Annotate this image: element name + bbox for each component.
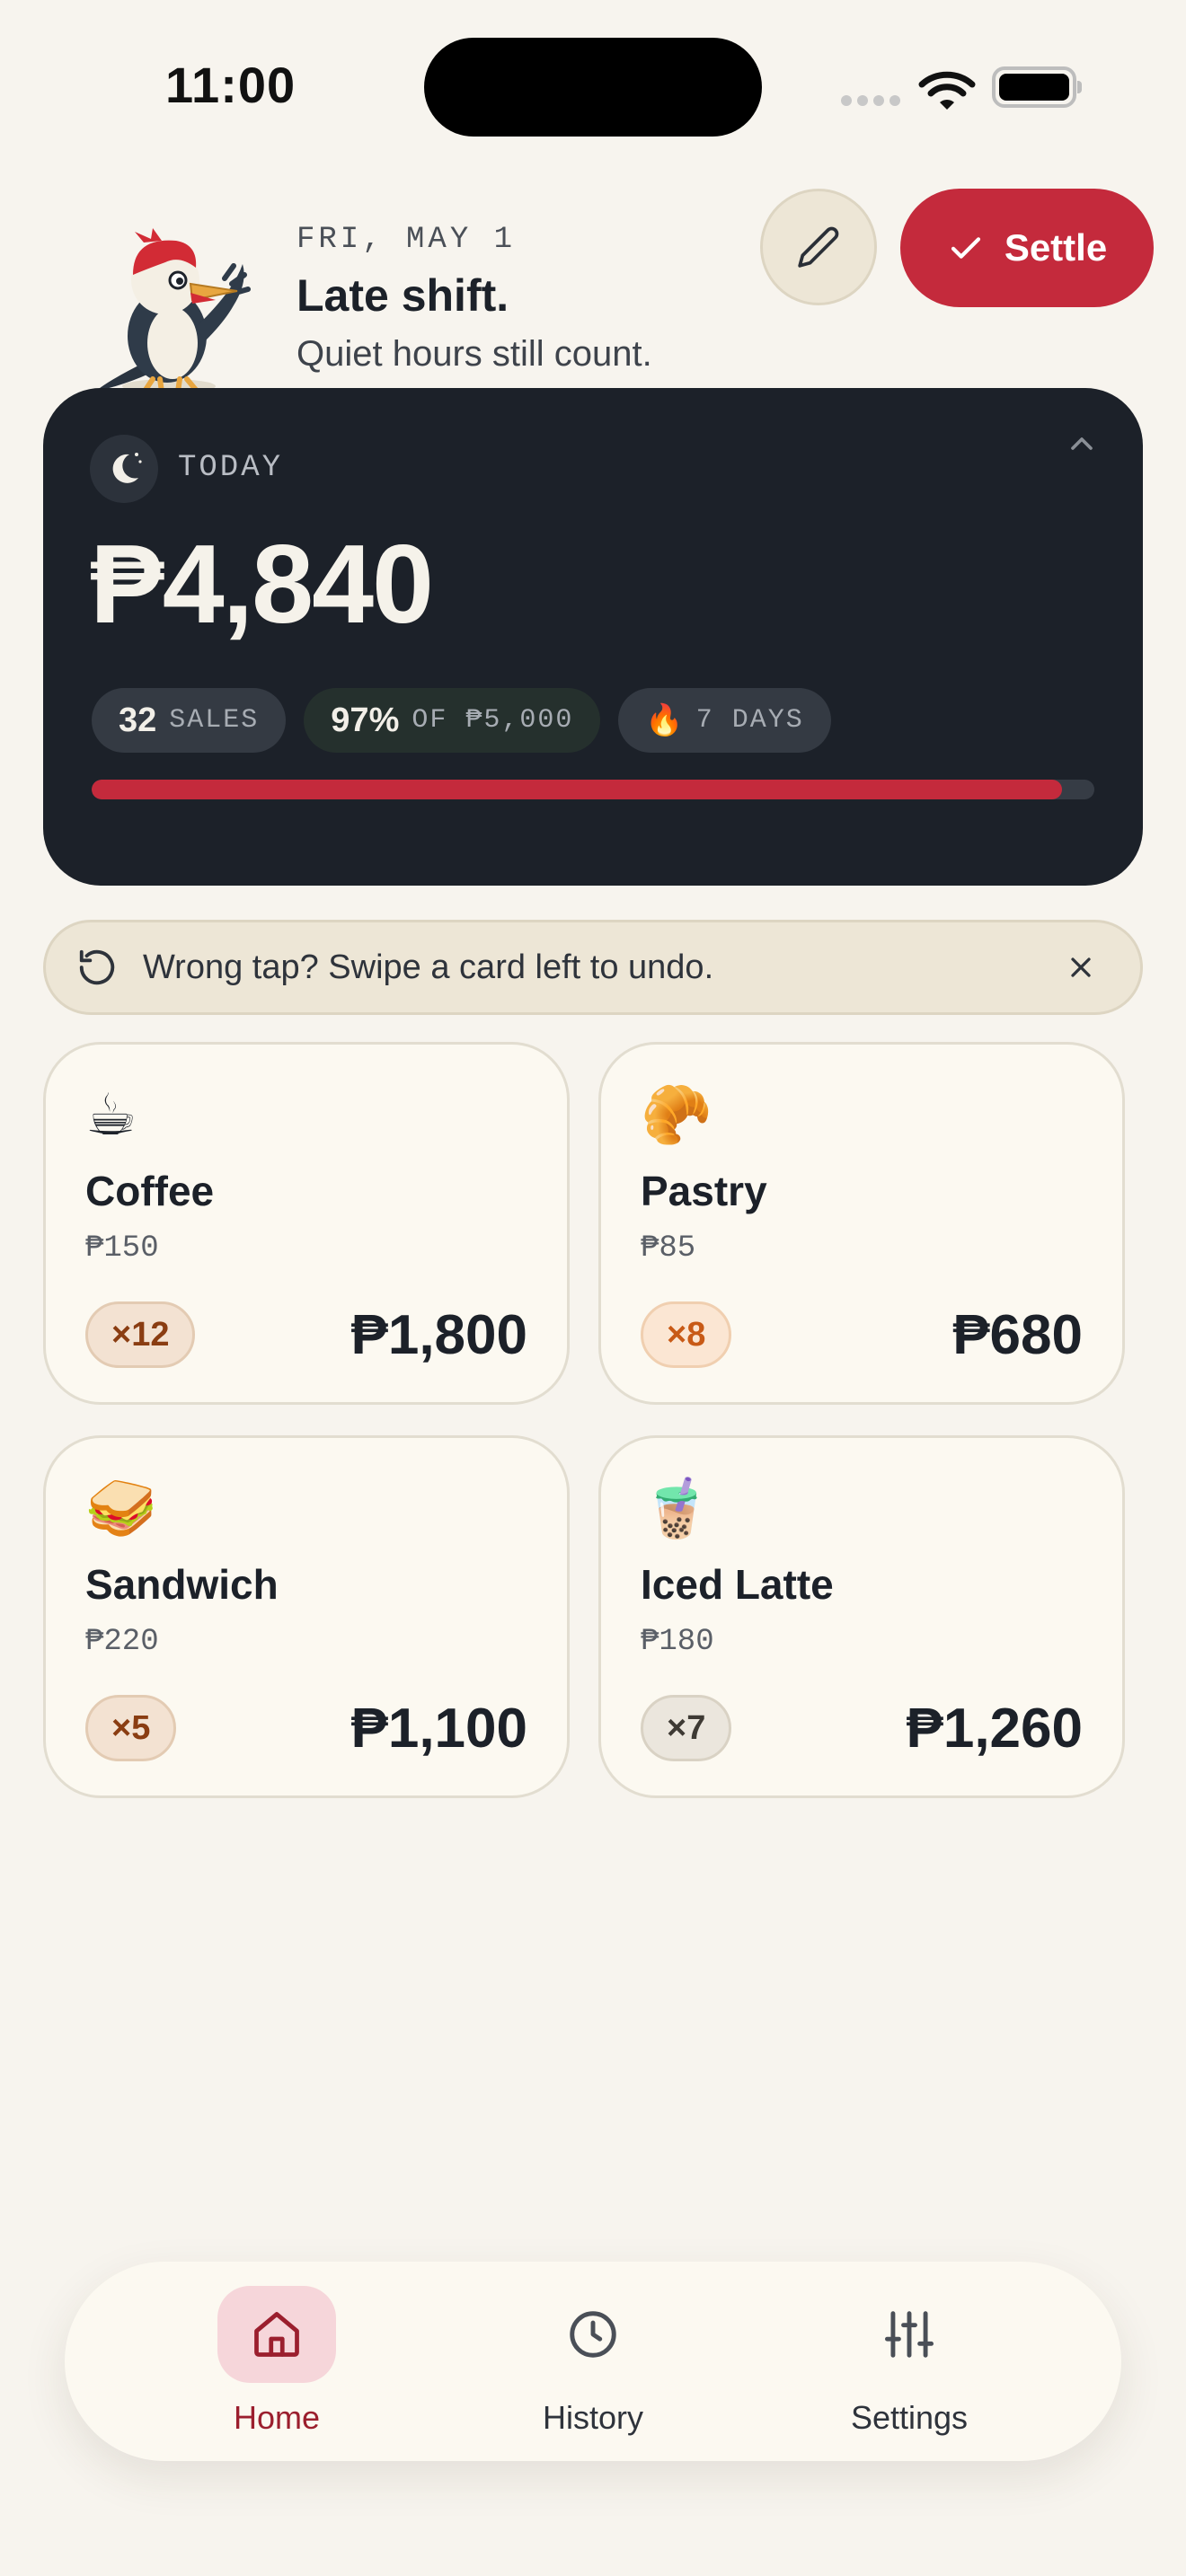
settle-button[interactable]: Settle (900, 189, 1154, 307)
woodpecker-mascot (95, 228, 251, 394)
product-name: Pastry (641, 1168, 767, 1214)
nav-label-home: Home (233, 2399, 321, 2436)
nav-icon-wrap (534, 2286, 652, 2383)
moon-badge (90, 435, 158, 503)
bottom-nav: Home History Settings (65, 2262, 1121, 2461)
sliders-icon (885, 2311, 934, 2358)
battery-icon (992, 66, 1082, 108)
nav-icon-wrap (850, 2286, 969, 2383)
header-date: FRI, MAY 1 (296, 223, 517, 257)
edit-button[interactable] (760, 189, 877, 305)
close-icon[interactable] (1065, 951, 1097, 984)
product-price: ₱220 (85, 1625, 159, 1659)
goal-label: OF ₱5,000 (412, 705, 574, 736)
croissant-icon: 🥐 (641, 1082, 712, 1147)
coffee-icon: ☕ (85, 1082, 137, 1147)
bubble-tea-icon: 🧋 (641, 1476, 712, 1540)
product-subtotal: ₱1,100 (350, 1698, 527, 1760)
product-subtotal: ₱680 (952, 1304, 1083, 1366)
product-card-iced-latte[interactable]: 🧋 Iced Latte ₱180 ×7 ₱1,260 (598, 1435, 1125, 1798)
status-time: 11:00 (165, 57, 296, 113)
product-card-sandwich[interactable]: 🥪 Sandwich ₱220 ×5 ₱1,100 (43, 1435, 570, 1798)
goal-progress-fill (92, 780, 1063, 799)
clock-icon (570, 2311, 616, 2358)
fire-icon: 🔥 (645, 703, 684, 737)
sales-count-chip: 32 SALES (92, 688, 287, 753)
product-name: Coffee (85, 1168, 215, 1214)
page-title: Late shift. (296, 270, 509, 321)
pencil-icon (798, 226, 839, 268)
sales-label: SALES (169, 705, 260, 736)
quantity-badge: ×5 (85, 1695, 177, 1761)
undo-icon (79, 949, 115, 985)
streak-label: 7 DAYS (695, 705, 804, 736)
nav-item-home[interactable]: Home (160, 2286, 394, 2437)
streak-chip: 🔥 7 DAYS (618, 688, 831, 753)
product-card-pastry[interactable]: 🥐 Pastry ₱85 ×8 ₱680 (598, 1042, 1125, 1405)
product-name: Sandwich (85, 1561, 279, 1608)
undo-hint-text: Wrong tap? Swipe a card left to undo. (143, 948, 714, 986)
nav-label-settings: Settings (850, 2399, 969, 2436)
quantity-badge: ×7 (641, 1695, 732, 1761)
sales-count: 32 (119, 701, 157, 739)
settle-label: Settle (1004, 226, 1108, 269)
undo-hint-banner: Wrong tap? Swipe a card left to undo. (43, 920, 1143, 1015)
product-subtotal: ₱1,800 (350, 1304, 527, 1366)
nav-item-settings[interactable]: Settings (792, 2286, 1026, 2437)
chevron-up-icon[interactable] (1064, 426, 1100, 462)
page-subtitle: Quiet hours still count. (296, 334, 652, 374)
product-price: ₱85 (641, 1231, 696, 1266)
product-price: ₱150 (85, 1231, 159, 1266)
nav-item-history[interactable]: History (476, 2286, 710, 2437)
dynamic-island (424, 38, 762, 137)
product-card-coffee[interactable]: ☕ Coffee ₱150 ×12 ₱1,800 (43, 1042, 570, 1405)
goal-chip: 97% OF ₱5,000 (304, 688, 601, 753)
nav-icon-wrap (217, 2286, 336, 2383)
sandwich-icon: 🥪 (85, 1476, 157, 1540)
wifi-icon (918, 71, 976, 110)
today-summary-card[interactable]: TODAY ₱4,840 32 SALES 97% OF ₱5,000 🔥 7 … (43, 388, 1143, 886)
check-icon (951, 237, 980, 259)
product-subtotal: ₱1,260 (906, 1698, 1083, 1760)
goal-progress-bar (92, 780, 1094, 799)
product-name: Iced Latte (641, 1561, 834, 1608)
quantity-badge: ×12 (85, 1301, 196, 1368)
home-icon (254, 2312, 299, 2357)
nav-label-history: History (542, 2399, 643, 2436)
moon-icon (112, 453, 142, 483)
cellular-signal-icon (841, 95, 900, 106)
goal-percent: 97% (331, 701, 400, 739)
today-total: ₱4,840 (90, 523, 434, 647)
today-label: TODAY (178, 451, 284, 485)
quantity-badge: ×8 (641, 1301, 732, 1368)
today-chips: 32 SALES 97% OF ₱5,000 🔥 7 DAYS (92, 688, 831, 753)
product-price: ₱180 (641, 1625, 714, 1659)
